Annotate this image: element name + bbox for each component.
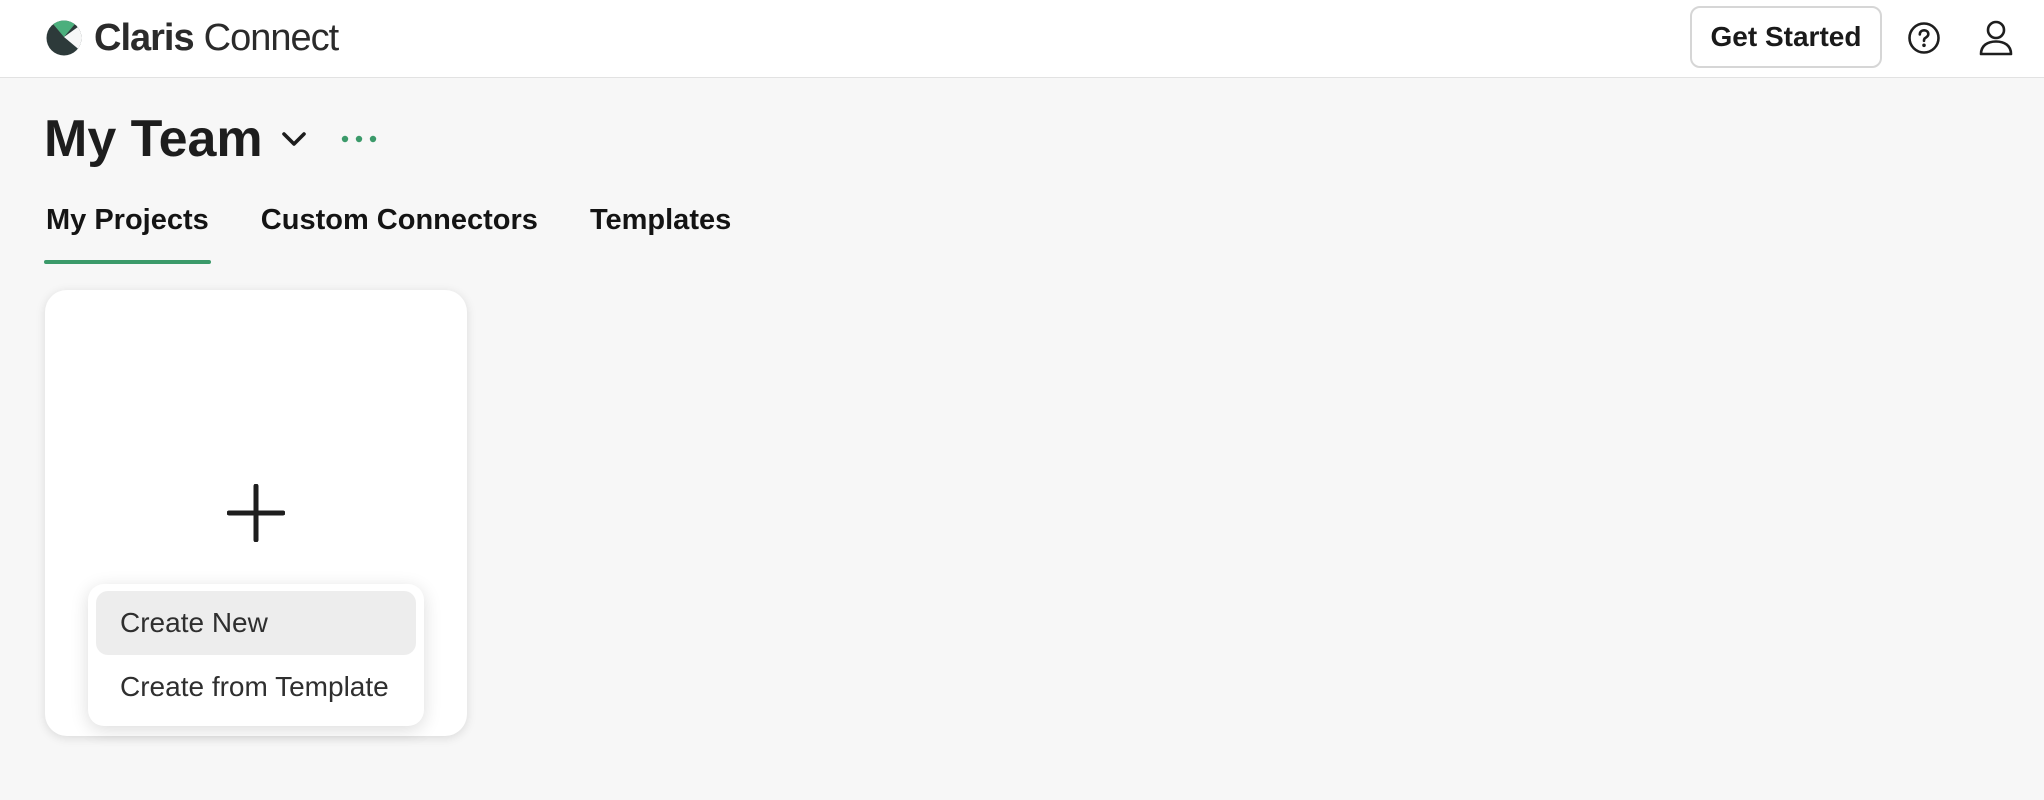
claris-logo-icon [46, 20, 82, 56]
menu-item-create-new[interactable]: Create New [96, 591, 416, 655]
logo-wordmark: Claris Connect [94, 17, 340, 59]
plus-icon[interactable] [227, 484, 285, 542]
chevron-down-icon[interactable] [277, 122, 311, 156]
user-profile-icon[interactable] [1978, 19, 2014, 57]
logo-product-text: Connect [203, 17, 340, 59]
tab-templates[interactable]: Templates [588, 196, 733, 256]
create-project-menu: Create New Create from Template [88, 584, 424, 726]
team-header: My Team [44, 106, 379, 172]
more-options-icon[interactable] [339, 129, 379, 149]
menu-item-create-from-template[interactable]: Create from Template [96, 655, 416, 719]
tab-custom-connectors[interactable]: Custom Connectors [259, 196, 540, 256]
claris-connect-logo[interactable]: Claris Connect [46, 17, 340, 59]
logo-brand-text: Claris [94, 17, 195, 59]
tab-my-projects[interactable]: My Projects [44, 196, 211, 264]
project-tabs: My Projects Custom Connectors Templates [44, 196, 733, 264]
get-started-button[interactable]: Get Started [1690, 6, 1882, 68]
team-name-title[interactable]: My Team [44, 106, 263, 172]
top-navigation-bar: Claris Connect Get Started [0, 0, 2044, 78]
help-icon[interactable] [1907, 21, 1941, 55]
